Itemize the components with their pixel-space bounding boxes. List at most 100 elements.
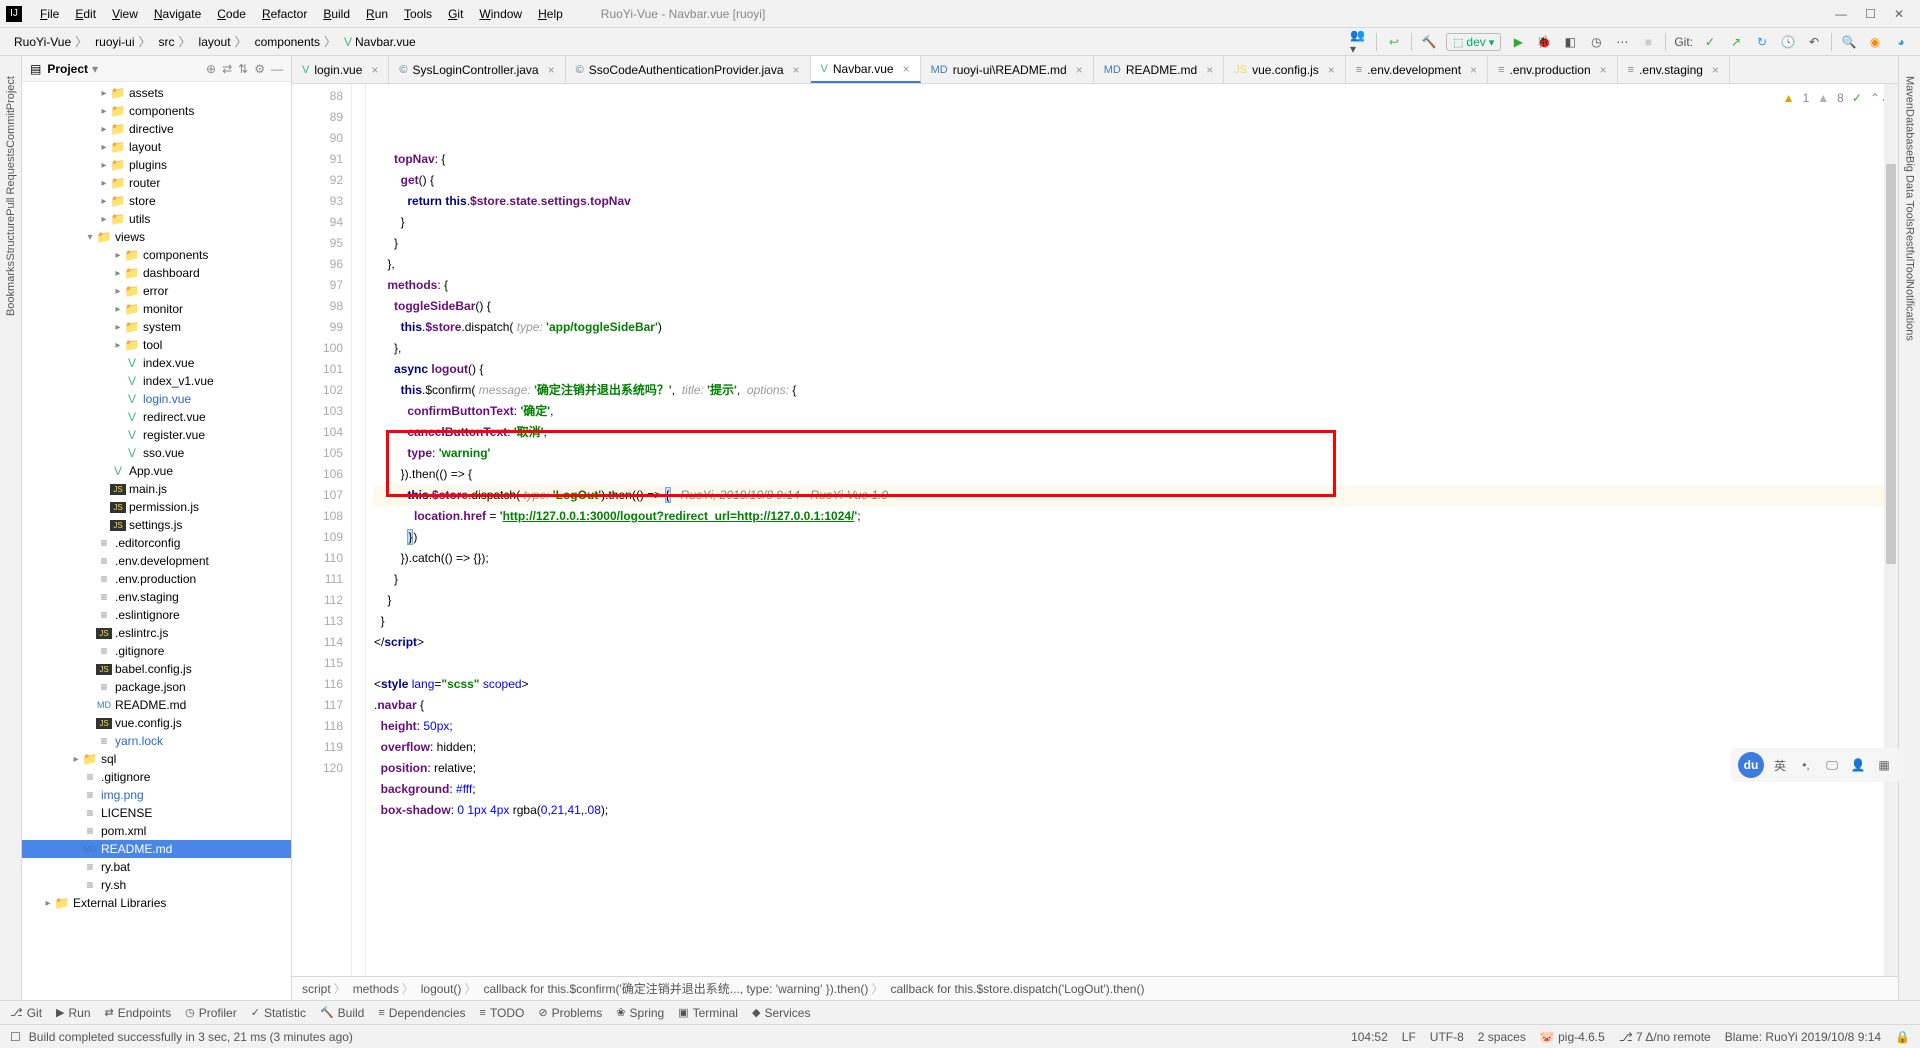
- tool-bookmarks[interactable]: Bookmarks: [5, 261, 17, 316]
- tree-item[interactable]: ▸📁router: [22, 174, 291, 192]
- menu-git[interactable]: Git: [440, 7, 471, 21]
- status-line-sep[interactable]: LF: [1402, 1030, 1416, 1044]
- avatar-icon[interactable]: ◕: [1892, 33, 1910, 51]
- stop-icon[interactable]: ■: [1639, 33, 1657, 51]
- menu-window[interactable]: Window: [471, 7, 530, 21]
- tree-item[interactable]: ▸📁plugins: [22, 156, 291, 174]
- project-tree[interactable]: ▸📁assets▸📁components▸📁directive▸📁layout▸…: [22, 82, 291, 1000]
- git-push-icon[interactable]: ↗: [1727, 33, 1745, 51]
- tree-item[interactable]: ▸📁system: [22, 318, 291, 336]
- editor-tab[interactable]: ©SysLoginController.java×: [389, 56, 565, 83]
- menu-help[interactable]: Help: [530, 7, 571, 21]
- users-icon[interactable]: 👥▾: [1350, 33, 1368, 51]
- editor-tab[interactable]: ©SsoCodeAuthenticationProvider.java×: [566, 56, 811, 83]
- menu-view[interactable]: View: [104, 7, 146, 21]
- git-history-icon[interactable]: 🕓: [1779, 33, 1797, 51]
- tree-item[interactable]: ▸📁directive: [22, 120, 291, 138]
- tool-restfultool[interactable]: RestfulTool: [1904, 227, 1916, 281]
- bottom-tool-profiler[interactable]: ◷Profiler: [185, 1006, 237, 1020]
- hammer-icon[interactable]: 🔨: [1420, 33, 1438, 51]
- tree-item[interactable]: Vlogin.vue: [22, 390, 291, 408]
- editor-tab[interactable]: VNavbar.vue×: [811, 56, 921, 83]
- close-icon[interactable]: ×: [1076, 63, 1083, 77]
- status-blame[interactable]: Blame: RuoYi 2019/10/8 9:14: [1725, 1030, 1881, 1044]
- editor-tab[interactable]: MDREADME.md×: [1094, 56, 1224, 83]
- close-icon[interactable]: ×: [1600, 63, 1607, 77]
- tree-item[interactable]: Vsso.vue: [22, 444, 291, 462]
- ime-grid-icon[interactable]: ▦: [1874, 755, 1894, 775]
- tree-item[interactable]: JSpermission.js: [22, 498, 291, 516]
- tree-item[interactable]: ▸📁store: [22, 192, 291, 210]
- ime-logo-icon[interactable]: du: [1738, 752, 1764, 778]
- minimize-icon[interactable]: —: [1835, 7, 1847, 21]
- menu-edit[interactable]: Edit: [67, 7, 104, 21]
- select-opened-icon[interactable]: ⊕: [206, 62, 216, 76]
- close-icon[interactable]: ×: [1328, 63, 1335, 77]
- bottom-tool-git[interactable]: ⎇Git: [10, 1006, 42, 1020]
- tree-item[interactable]: JS.eslintrc.js: [22, 624, 291, 642]
- tree-item[interactable]: JSvue.config.js: [22, 714, 291, 732]
- tree-item[interactable]: ▸📁External Libraries: [22, 894, 291, 912]
- tool-notifications[interactable]: Notifications: [1904, 281, 1916, 341]
- scrollbar-thumb[interactable]: [1886, 164, 1896, 564]
- settings-icon[interactable]: ◉: [1866, 33, 1884, 51]
- coverage-icon[interactable]: ◧: [1561, 33, 1579, 51]
- tree-item[interactable]: ≡.eslintignore: [22, 606, 291, 624]
- tree-item[interactable]: ▸📁sql: [22, 750, 291, 768]
- tree-item[interactable]: Vindex_v1.vue: [22, 372, 291, 390]
- tree-item[interactable]: JSsettings.js: [22, 516, 291, 534]
- menu-file[interactable]: File: [32, 7, 67, 21]
- menu-build[interactable]: Build: [315, 7, 358, 21]
- lock-icon[interactable]: 🔒: [1895, 1030, 1910, 1044]
- tree-item[interactable]: ≡.env.staging: [22, 588, 291, 606]
- tree-item[interactable]: MDREADME.md: [22, 840, 291, 858]
- bottom-tool-dependencies[interactable]: ≡Dependencies: [378, 1006, 465, 1020]
- run-icon[interactable]: ▶: [1509, 33, 1527, 51]
- breadcrumb-item[interactable]: ruoyi-ui: [91, 33, 154, 50]
- tree-item[interactable]: ≡package.json: [22, 678, 291, 696]
- breadcrumb-item[interactable]: VNavbar.vue: [340, 35, 424, 49]
- settings-gear-icon[interactable]: ⚙: [254, 62, 265, 76]
- search-icon[interactable]: 🔍: [1840, 33, 1858, 51]
- inspections-widget[interactable]: ▲1 ▲8 ✓ ⌃⌄: [1783, 88, 1890, 109]
- tree-item[interactable]: ▸📁components: [22, 102, 291, 120]
- hide-icon[interactable]: —: [271, 62, 283, 76]
- run-config[interactable]: ⬚ dev ▾: [1446, 33, 1501, 51]
- bottom-tool-statistic[interactable]: ✓Statistic: [251, 1006, 306, 1020]
- editor-crumb[interactable]: callback for this.$confirm('确定注销并退出系统...…: [483, 980, 886, 997]
- status-git[interactable]: ⎇ 7 Δ/no remote: [1619, 1030, 1711, 1044]
- tool-pull-requests[interactable]: Pull Requests: [5, 148, 17, 216]
- more-icon[interactable]: ⋯: [1613, 33, 1631, 51]
- tree-item[interactable]: ≡.editorconfig: [22, 534, 291, 552]
- close-icon[interactable]: ×: [1712, 63, 1719, 77]
- tree-item[interactable]: ≡LICENSE: [22, 804, 291, 822]
- bottom-tool-endpoints[interactable]: ⇄Endpoints: [105, 1006, 172, 1020]
- tree-item[interactable]: ▸📁utils: [22, 210, 291, 228]
- tool-big-data-tools[interactable]: Big Data Tools: [1904, 156, 1916, 227]
- status-box-icon[interactable]: ☐: [10, 1030, 21, 1044]
- tree-item[interactable]: ≡ry.bat: [22, 858, 291, 876]
- tree-item[interactable]: MDREADME.md: [22, 696, 291, 714]
- tree-item[interactable]: ≡.env.production: [22, 570, 291, 588]
- breadcrumb-item[interactable]: layout: [195, 33, 251, 50]
- tree-item[interactable]: ▸📁dashboard: [22, 264, 291, 282]
- status-indent[interactable]: 2 spaces: [1478, 1030, 1526, 1044]
- back-icon[interactable]: ↩: [1385, 33, 1403, 51]
- breadcrumb-item[interactable]: src: [155, 33, 195, 50]
- tree-item[interactable]: ▸📁monitor: [22, 300, 291, 318]
- debug-icon[interactable]: 🐞: [1535, 33, 1553, 51]
- ime-toolbar[interactable]: du 英 •, 🖵 👤 ▦: [1730, 748, 1902, 782]
- menu-navigate[interactable]: Navigate: [146, 7, 209, 21]
- collapse-icon[interactable]: ⇅: [238, 62, 248, 76]
- tool-structure[interactable]: Structure: [5, 216, 17, 261]
- menu-run[interactable]: Run: [358, 7, 396, 21]
- maximize-icon[interactable]: ☐: [1865, 7, 1876, 21]
- bottom-tool-spring[interactable]: ❀Spring: [616, 1006, 664, 1020]
- tree-item[interactable]: Vindex.vue: [22, 354, 291, 372]
- editor-tab[interactable]: ≡.env.development×: [1346, 56, 1488, 83]
- bottom-tool-services[interactable]: ◆Services: [752, 1006, 810, 1020]
- breadcrumb-item[interactable]: components: [251, 33, 340, 50]
- editor-scrollbar[interactable]: [1884, 84, 1898, 976]
- tree-item[interactable]: ▸📁tool: [22, 336, 291, 354]
- menu-code[interactable]: Code: [209, 7, 254, 21]
